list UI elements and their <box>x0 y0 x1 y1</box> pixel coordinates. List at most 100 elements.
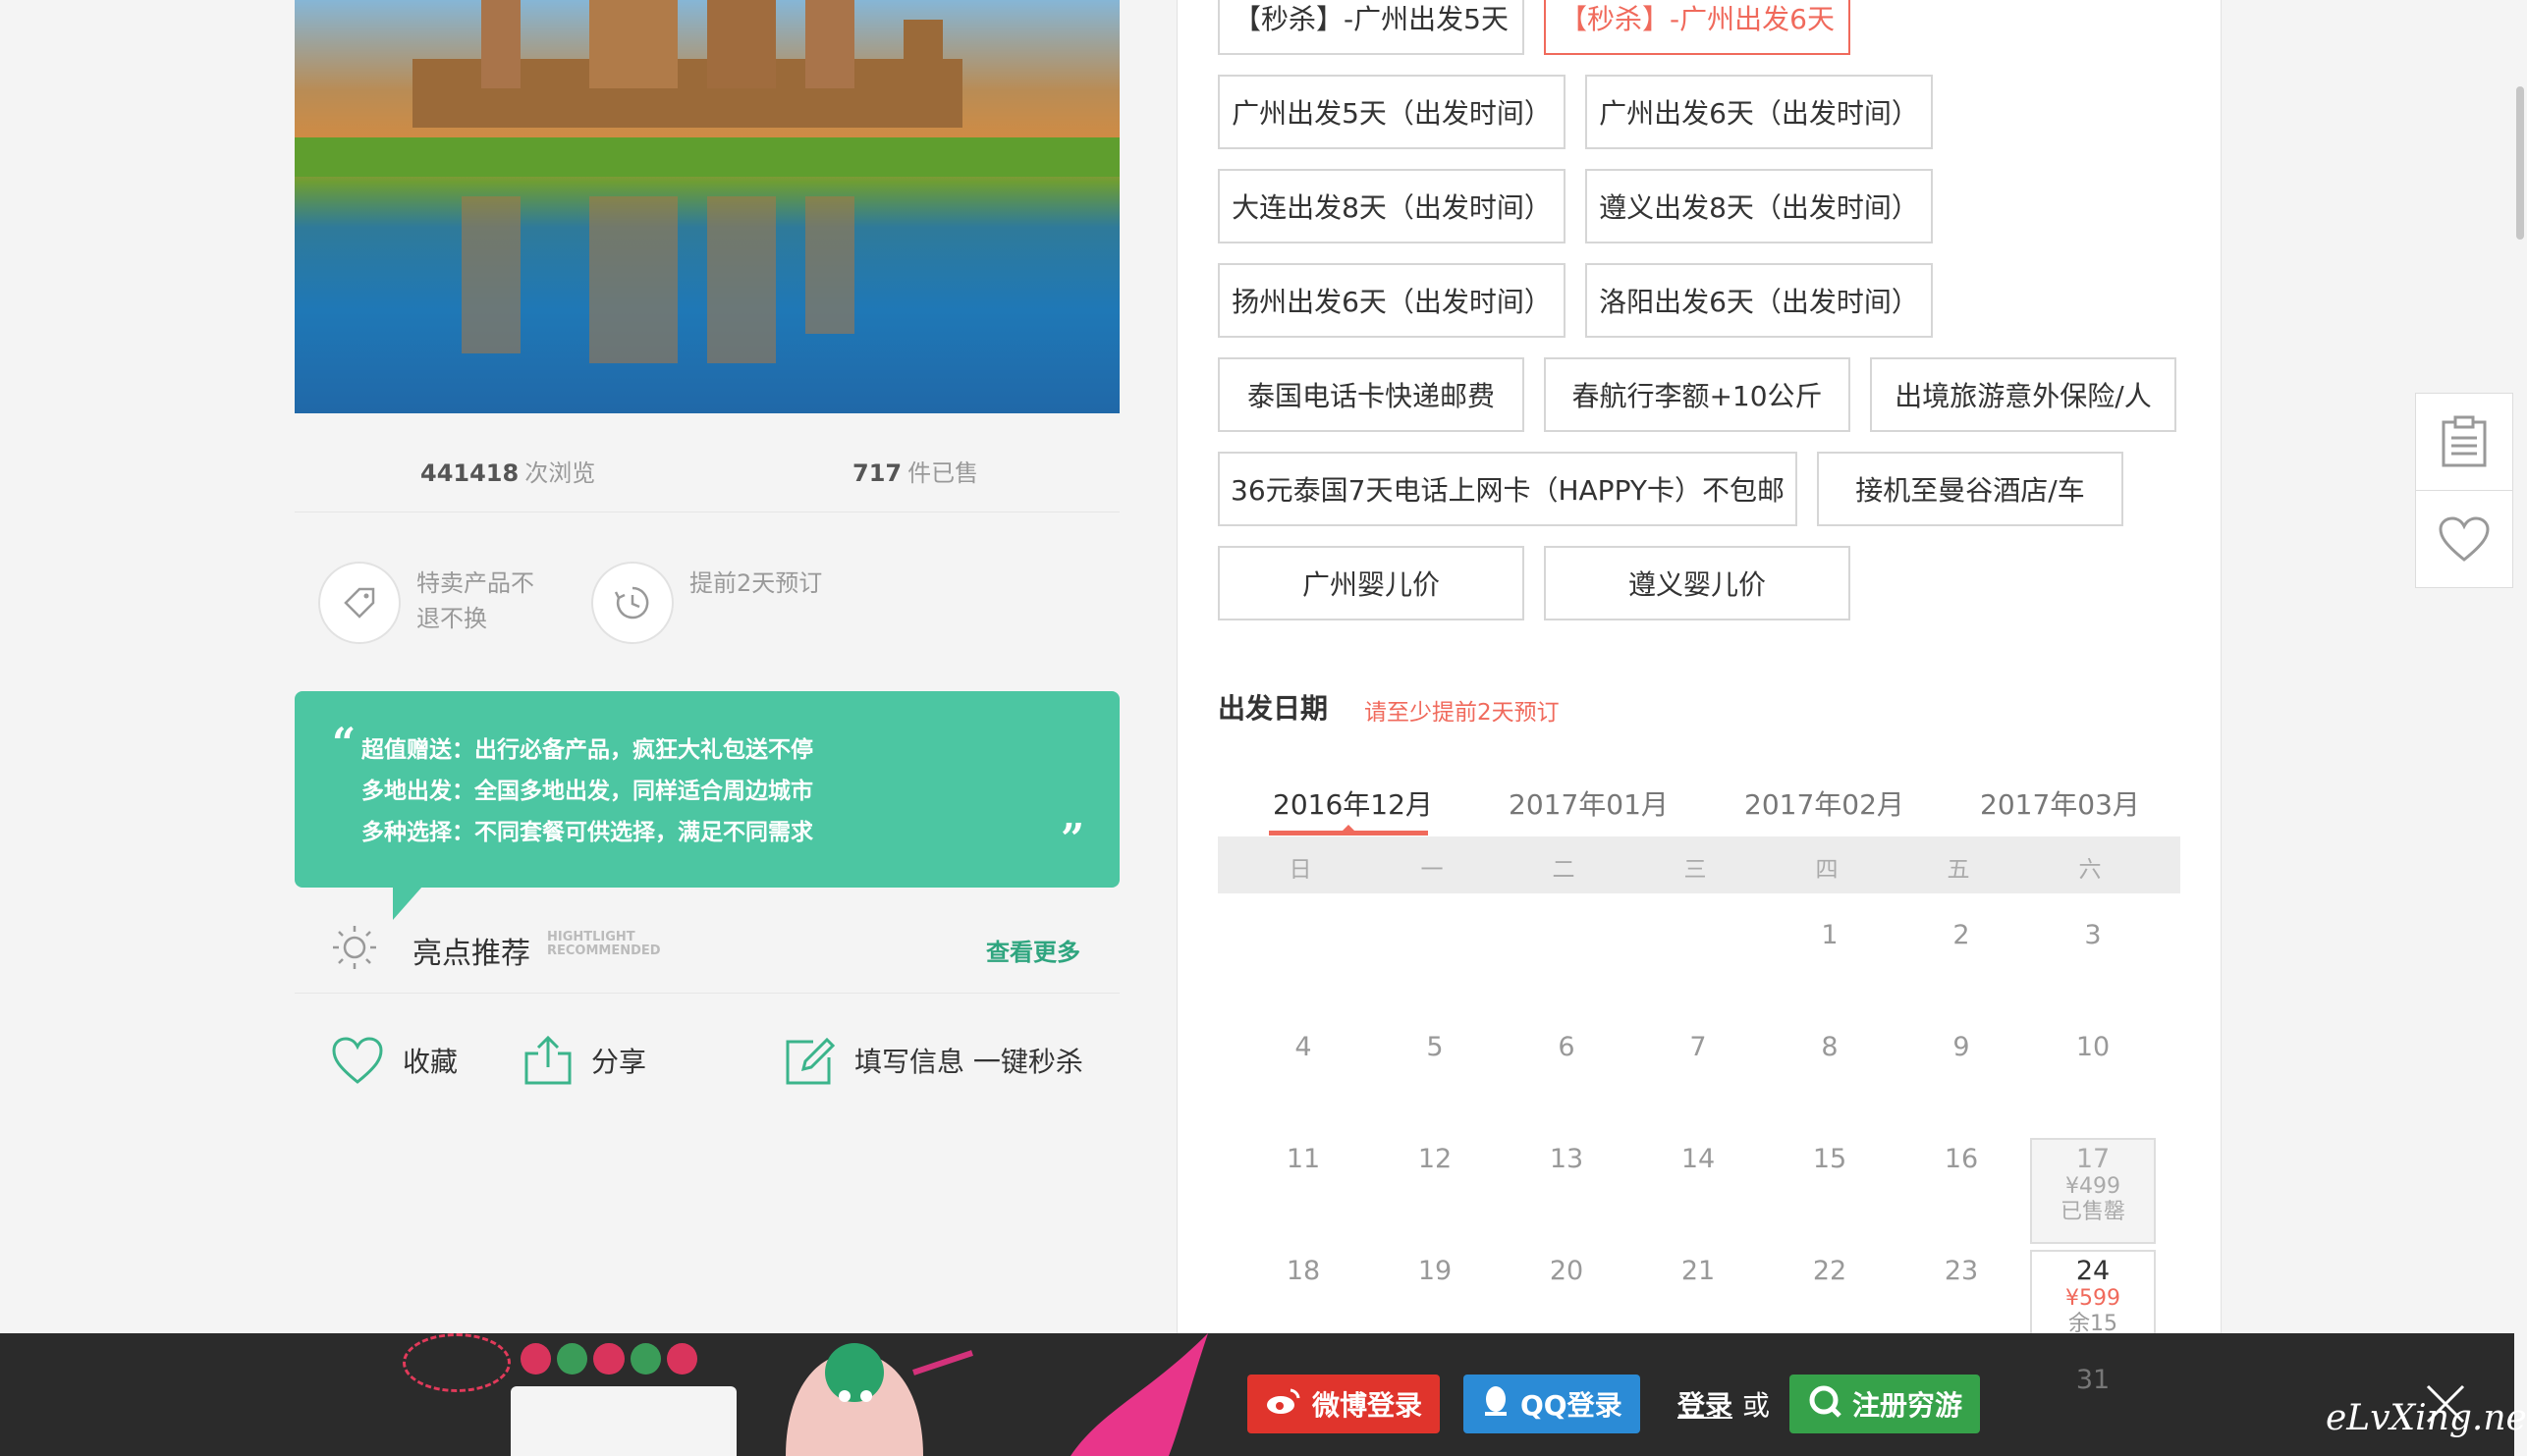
share-label: 分享 <box>591 1046 647 1078</box>
calendar-day: 12 <box>1417 1144 1453 1174</box>
sold-stat: 717 件已售 <box>852 459 979 487</box>
register-button[interactable]: 注册穷游 <box>1789 1375 1981 1433</box>
weekday-mon: 一 <box>1420 857 1444 883</box>
edit-icon <box>786 1037 836 1085</box>
weekday-header: 日 一 二 三 四 五 六 <box>1218 836 2180 893</box>
product-hero-image <box>295 0 1120 413</box>
weibo-icon <box>1265 1386 1302 1423</box>
quote-line: 多种选择：不同套餐可供选择，满足不同需求 <box>361 820 813 845</box>
active-month-caret <box>1342 825 1355 832</box>
clipboard-icon <box>2442 415 2487 467</box>
departure-note: 请至少提前2天预订 <box>1364 700 1560 726</box>
promise-text: 特卖产品不退不换 <box>416 569 534 632</box>
quote-line: 超值赠送：出行必备产品，疯狂大礼包送不停 <box>361 737 813 763</box>
qyer-icon <box>1807 1383 1842 1426</box>
weekday-tue: 二 <box>1552 857 1575 883</box>
tab-month-2017-01[interactable]: 2017年01月 <box>1509 783 1669 823</box>
option-gz-5d[interactable]: 广州出发5天（出发时间） <box>1218 75 1566 149</box>
calendar-day: 5 <box>1426 1032 1444 1062</box>
qq-login-button[interactable]: QQ登录 <box>1463 1375 1640 1433</box>
calendar-day: 4 <box>1294 1032 1312 1062</box>
clock-icon <box>591 562 674 644</box>
calendar-day: 2 <box>1952 920 1970 950</box>
heart-icon <box>332 1037 383 1084</box>
weibo-login-button[interactable]: 微博登录 <box>1247 1375 1441 1433</box>
close-quote-icon: ” <box>1061 815 1085 863</box>
decor-badges <box>521 1343 698 1378</box>
tab-month-2017-02[interactable]: 2017年02月 <box>1744 783 1904 823</box>
weekday-wed: 三 <box>1683 857 1707 883</box>
calendar-day: 22 <box>1812 1256 1847 1286</box>
calendar-day: 18 <box>1286 1256 1321 1286</box>
option-zy-8d[interactable]: 遵义出发8天（出发时间） <box>1585 169 1933 243</box>
calendar-day-sold-out: 17 ¥499 已售罄 <box>2030 1138 2156 1244</box>
option-airport-pickup[interactable]: 接机至曼谷酒店/车 <box>1817 452 2123 526</box>
share-icon <box>524 1035 572 1085</box>
calendar-day: 10 <box>2075 1032 2111 1062</box>
login-link[interactable]: 登录 <box>1677 1384 1732 1424</box>
calendar-day: 3 <box>2084 920 2102 950</box>
calendar-day: 20 <box>1549 1256 1584 1286</box>
weekday-sun: 日 <box>1289 857 1312 883</box>
highlight-subtitle: HIGHTLIGHT RECOMMENDED <box>547 930 661 958</box>
mermaid-tail <box>1061 1333 1208 1456</box>
departure-title: 出发日期 <box>1218 692 1329 725</box>
flash-sale-button[interactable]: 填写信息 一键秒杀 <box>784 1031 1083 1090</box>
qq-icon <box>1481 1384 1511 1425</box>
calendar-day: 6 <box>1558 1032 1575 1062</box>
calendar-day: 16 <box>1944 1144 1979 1174</box>
option-insurance[interactable]: 出境旅游意外保险/人 <box>1870 357 2176 432</box>
option-flash-gz-5d[interactable]: 【秒杀】-广州出发5天 <box>1218 0 1524 55</box>
promise-text: 提前2天预订 <box>689 569 823 597</box>
quote-line: 多地出发：全国多地出发，同样适合周边城市 <box>361 779 813 804</box>
calendar-day: 14 <box>1680 1144 1716 1174</box>
highlight-header: 亮点推荐 HIGHTLIGHT RECOMMENDED 查看更多 <box>295 895 1120 994</box>
calendar-day: 7 <box>1689 1032 1707 1062</box>
scrollbar[interactable] <box>2516 86 2524 240</box>
decor-circle <box>403 1333 511 1392</box>
calendar-day: 21 <box>1680 1256 1716 1286</box>
calendar-day: 19 <box>1417 1256 1453 1286</box>
product-stats: 441418 次浏览 717 件已售 <box>295 432 1120 512</box>
tab-month-2016-12[interactable]: 2016年12月 <box>1273 783 1433 823</box>
flash-sale-label: 填写信息 一键秒杀 <box>854 1046 1083 1078</box>
calendar-day: 9 <box>1952 1032 1970 1062</box>
favorite-button[interactable]: 收藏 <box>330 1031 458 1090</box>
weekday-thu: 四 <box>1815 857 1839 883</box>
views-stat: 441418 次浏览 <box>420 459 596 487</box>
weekday-sat: 六 <box>2078 857 2102 883</box>
calendar-day: 11 <box>1286 1144 1321 1174</box>
calendar-day: 8 <box>1821 1032 1839 1062</box>
option-gz-6d[interactable]: 广州出发6天（出发时间） <box>1585 75 1933 149</box>
option-luggage[interactable]: 春航行李额+10公斤 <box>1544 357 1850 432</box>
mermaid-illustration <box>756 1333 1002 1456</box>
calendar-day: 1 <box>1821 920 1839 950</box>
option-zy-infant[interactable]: 遵义婴儿价 <box>1544 546 1850 620</box>
campaign-logo <box>511 1386 737 1456</box>
highlight-title: 亮点推荐 <box>412 937 530 971</box>
option-dl-8d[interactable]: 大连出发8天（出发时间） <box>1218 169 1566 243</box>
heart-icon <box>2439 516 2490 562</box>
view-more-link[interactable]: 查看更多 <box>986 933 1080 967</box>
tab-month-2017-03[interactable]: 2017年03月 <box>1980 783 2140 823</box>
highlight-quote: “ 超值赠送：出行必备产品，疯狂大礼包送不停 多地出发：全国多地出发，同样适合周… <box>295 691 1120 888</box>
favorite-label: 收藏 <box>403 1046 459 1078</box>
notes-float-button[interactable] <box>2415 393 2513 491</box>
calendar-day: 15 <box>1812 1144 1847 1174</box>
share-button[interactable]: 分享 <box>522 1031 646 1090</box>
calendar-day: 31 <box>2075 1365 2111 1395</box>
option-sim-shipping[interactable]: 泰国电话卡快递邮费 <box>1218 357 1524 432</box>
weekday-fri: 五 <box>1947 857 1970 883</box>
favorite-float-button[interactable] <box>2415 490 2513 588</box>
option-flash-gz-6d[interactable]: 【秒杀】-广州出发6天 <box>1544 0 1850 55</box>
option-gz-infant[interactable]: 广州婴儿价 <box>1218 546 1524 620</box>
tag-icon <box>318 562 401 644</box>
calendar-day: 13 <box>1549 1144 1584 1174</box>
option-ly-6d[interactable]: 洛阳出发6天（出发时间） <box>1585 263 1933 338</box>
open-quote-icon: “ <box>332 719 357 767</box>
option-yz-6d[interactable]: 扬州出发6天（出发时间） <box>1218 263 1566 338</box>
watermark: eLvXing.net <box>2326 1398 2527 1438</box>
or-text: 或 <box>1742 1389 1771 1422</box>
option-sim-card[interactable]: 36元泰国7天电话上网卡（HAPPY卡）不包邮 <box>1218 452 1797 526</box>
calendar-day: 23 <box>1944 1256 1979 1286</box>
